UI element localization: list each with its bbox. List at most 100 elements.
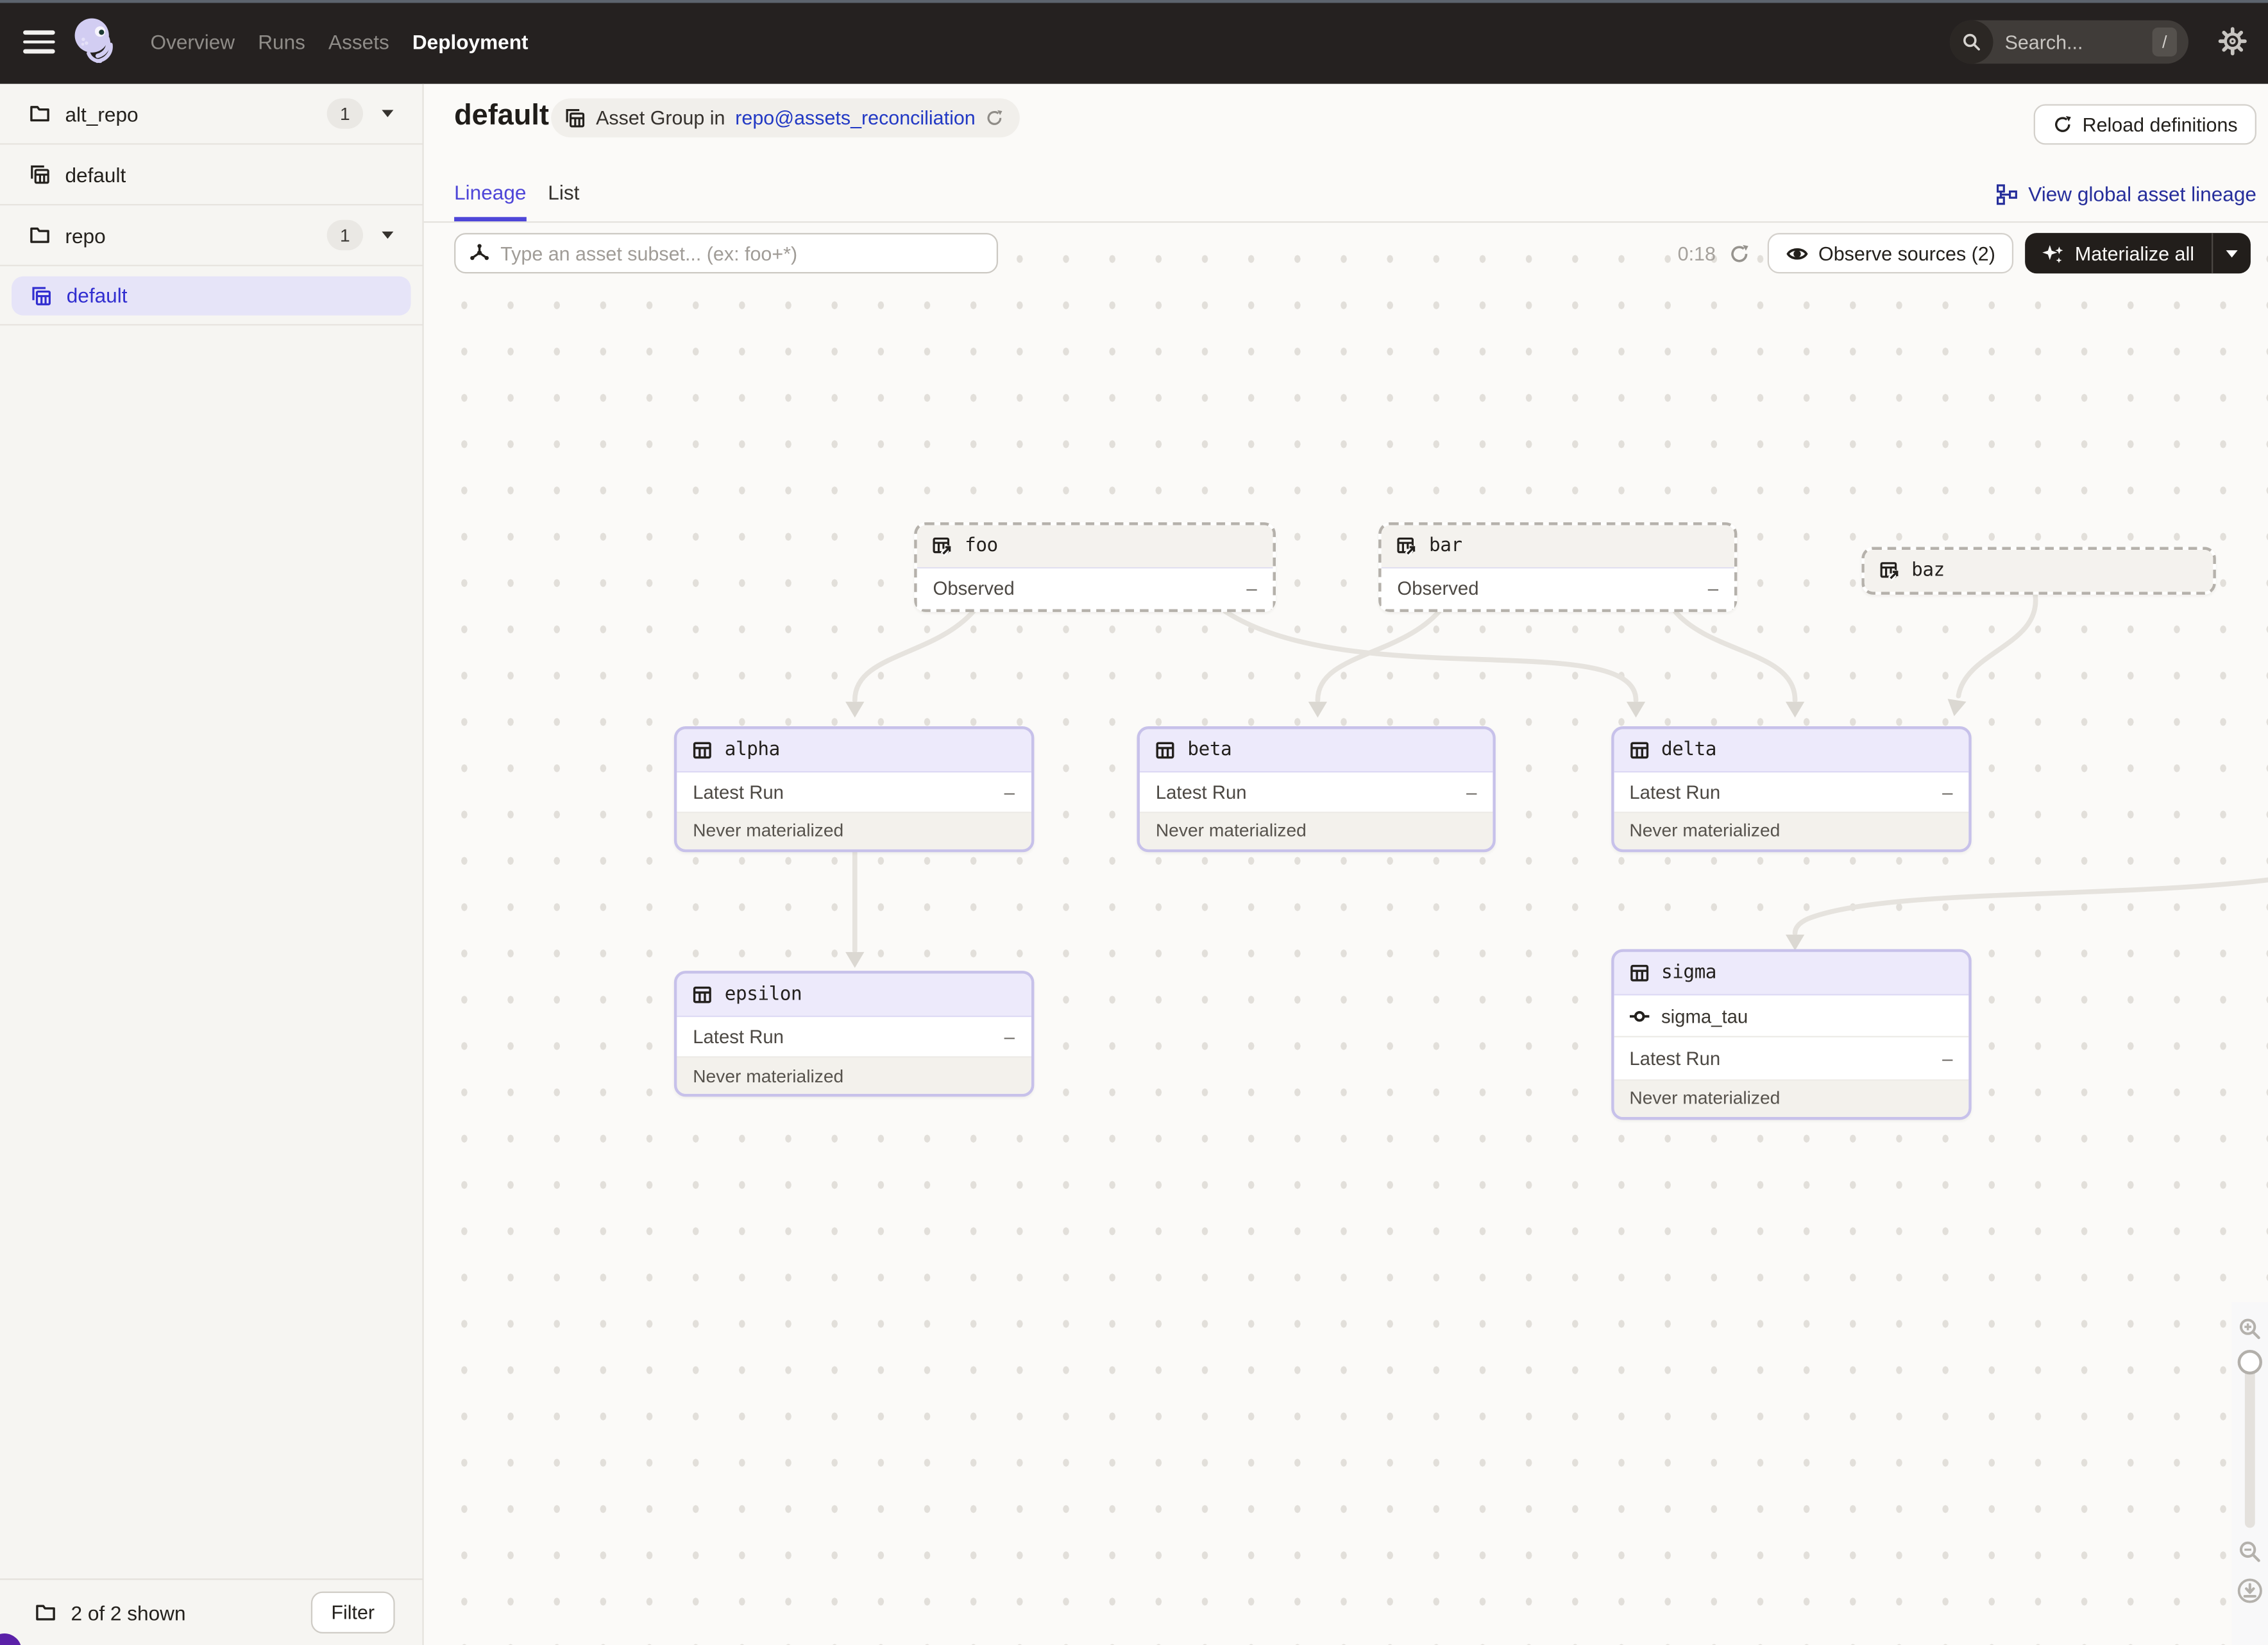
asset-name: delta [1661,738,1716,760]
source-asset-icon [1396,534,1418,556]
materialization-status: Never materialized [1614,811,1969,849]
asset-name: epsilon [725,984,802,1005]
folder-icon [29,225,51,246]
asset-node-sigma[interactable]: sigma sigma_tau Latest Run – Never materi… [1611,949,1972,1119]
primary-nav: Overview Runs Assets Deployment [151,0,529,84]
zoom-controls [2232,1302,2268,1645]
status-value: – [1466,781,1477,803]
refresh-timer: 0:18 [1678,243,1716,264]
nav-assets[interactable]: Assets [328,30,389,53]
materialize-all-button[interactable]: Materialize all [2026,233,2212,273]
source-asset-icon [1878,559,1900,581]
chevron-down-icon[interactable] [382,232,393,239]
filter-button[interactable]: Filter [311,1592,395,1633]
materialization-status: Never materialized [677,811,1030,849]
global-search[interactable]: / [1950,21,2188,64]
asset-group-icon [29,164,51,185]
status-value: – [1942,1047,1952,1069]
asset-node-baz[interactable]: baz [1861,547,2215,593]
sidebar-item-label: alt_repo [65,102,138,125]
folder-icon [29,103,51,124]
status-value: – [1004,781,1015,803]
sidebar-item-repo[interactable]: repo 1 [0,205,422,266]
tab-list[interactable]: List [548,164,579,221]
asset-node-delta[interactable]: delta Latest Run– Never materialized [1611,726,1972,851]
source-asset-icon [931,534,953,556]
refresh-icon [2052,114,2072,135]
sidebar-item-default-group-alt[interactable]: default [0,145,422,206]
status-label: Latest Run [1156,781,1247,803]
zoom-out-icon[interactable] [2238,1539,2262,1564]
status-label: Observed [933,577,1015,599]
table-asset-icon [1628,962,1650,984]
sparkle-icon [2043,243,2065,264]
sidebar-item-label: default [65,163,126,186]
materialization-status: Never materialized [1614,1078,1969,1116]
repository-sidebar: alt_repo 1 default repo 1 default 2 of 2… [0,84,424,1645]
lineage-edges [424,223,2268,1645]
refresh-icon[interactable] [985,108,1004,127]
table-asset-icon [1155,738,1176,760]
top-navigation-bar: Overview Runs Assets Deployment / [0,0,2268,84]
view-global-label: View global asset lineage [2028,182,2256,205]
search-shortcut-badge: / [2153,28,2177,56]
asset-node-alpha[interactable]: alpha Latest Run– Never materialized [674,726,1033,851]
check-name: sigma_tau [1661,1005,1748,1027]
asset-group-icon [564,107,586,129]
asset-count-badge: 1 [327,98,363,128]
asset-group-icon [30,284,52,306]
asset-node-epsilon[interactable]: epsilon Latest Run– Never materialized [674,971,1033,1096]
status-value: – [1708,577,1718,599]
search-input[interactable] [1993,31,2153,53]
reload-definitions-button[interactable]: Reload definitions [2033,104,2256,144]
status-label: Latest Run [1629,1047,1720,1069]
hamburger-menu-icon[interactable] [23,30,55,53]
table-asset-icon [691,984,713,1005]
status-label: Observed [1397,577,1478,599]
zoom-slider-handle[interactable] [2238,1350,2262,1374]
asset-group-header: default Asset Group in repo@assets_recon… [424,84,2268,223]
status-label: Latest Run [1629,781,1720,803]
asset-name: beta [1187,738,1231,760]
asset-subset-filter[interactable] [454,233,998,273]
asset-node-foo[interactable]: foo Observed– [914,522,1276,611]
asset-group-tag: Asset Group in repo@assets_reconciliatio… [551,98,1020,137]
asset-check-row[interactable]: sigma_tau [1614,996,1969,1037]
status-value: – [1004,1026,1015,1048]
nav-runs[interactable]: Runs [258,30,305,53]
dagster-logo[interactable] [71,16,123,68]
tab-lineage[interactable]: Lineage [454,164,526,221]
asset-name: sigma [1661,962,1716,984]
folder-icon [35,1601,56,1623]
shown-count-label: 2 of 2 shown [71,1601,185,1624]
sidebar-item-default-group-selected[interactable]: default [12,276,410,315]
reload-definitions-label: Reload definitions [2083,114,2238,135]
observe-sources-button[interactable]: Observe sources (2) [1768,233,2014,273]
asset-lineage-graph[interactable]: 0:18 Observe sources (2) Materialize all… [424,223,2268,1645]
gear-icon[interactable] [2217,26,2247,56]
view-tabs: Lineage List [454,164,579,221]
refresh-icon[interactable] [1729,243,1750,264]
asset-node-bar[interactable]: bar Observed – [1378,522,1737,611]
sidebar-item-alt-repo[interactable]: alt_repo 1 [0,84,422,145]
table-asset-icon [691,738,713,760]
nav-deployment[interactable]: Deployment [412,30,529,53]
asset-subset-input[interactable] [500,243,983,264]
nav-overview[interactable]: Overview [151,30,235,53]
sidebar-selected-row: default [0,266,422,325]
view-global-asset-lineage-link[interactable]: View global asset lineage [1997,182,2256,205]
chevron-down-icon[interactable] [382,110,393,117]
materialize-all-label: Materialize all [2075,243,2194,264]
zoom-slider-track[interactable] [2245,1366,2255,1528]
asset-name: bar [1429,534,1462,556]
op-selector-icon [469,243,491,264]
zoom-in-icon[interactable] [2238,1317,2262,1341]
download-view-icon[interactable] [2236,1577,2264,1605]
materialize-options-caret[interactable] [2213,233,2251,273]
asset-node-beta[interactable]: beta Latest Run– Never materialized [1137,726,1496,851]
lineage-icon [1997,183,2018,205]
materialize-split-button: Materialize all [2026,233,2251,273]
status-value: – [1246,577,1257,599]
repo-location-link[interactable]: repo@assets_reconciliation [735,107,975,129]
asset-count-badge: 1 [327,220,363,250]
